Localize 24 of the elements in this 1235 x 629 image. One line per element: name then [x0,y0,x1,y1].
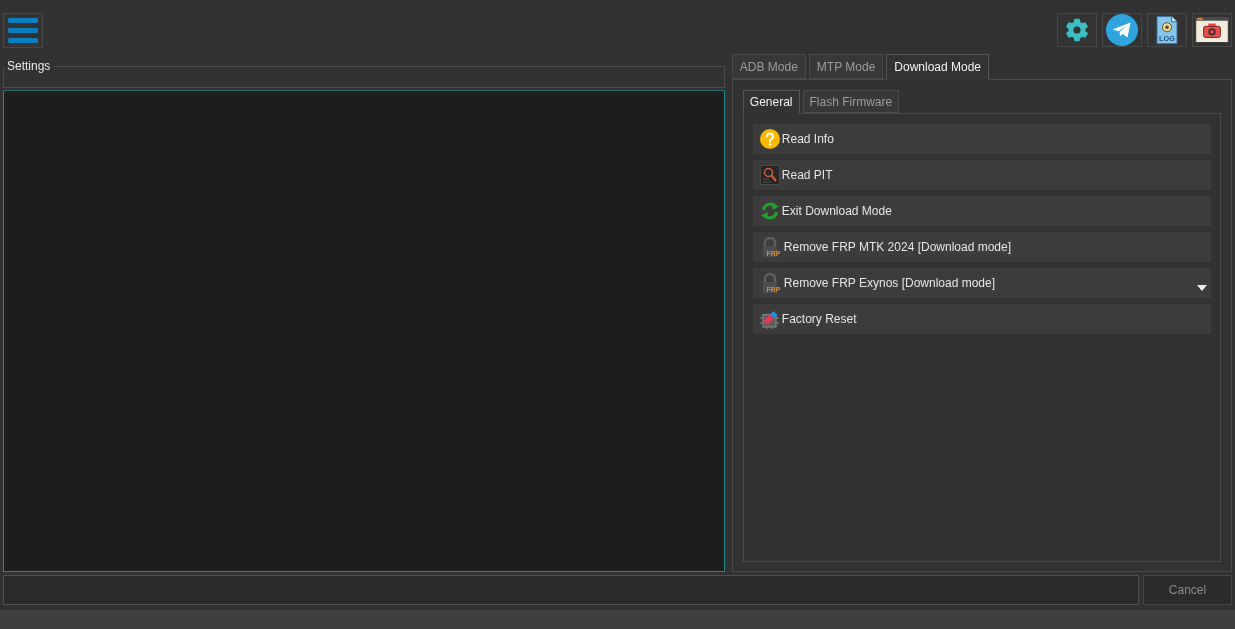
camera-icon [1195,17,1229,43]
log-file-icon: LOG [1156,15,1178,45]
paper-plane-icon [1106,14,1138,46]
refresh-icon [759,201,780,221]
mode-tab[interactable]: MTP Mode [808,54,884,79]
action-button[interactable]: Read PIT [752,160,1211,190]
help-icon [759,129,780,149]
menu-icon [8,18,38,43]
toolbar-button[interactable] [1057,13,1097,47]
mode-tab[interactable]: Download Mode [886,54,990,80]
sub-tab[interactable]: Flash Firmware [802,90,900,113]
action-button[interactable]: Exit Download Mode [752,196,1211,226]
chip-eraser-icon [759,309,780,329]
gear-icon [1065,18,1089,42]
menu-button[interactable] [3,13,43,48]
sub-tab[interactable]: General [742,90,800,114]
toolbar-button[interactable]: LOG [1147,13,1187,47]
settings-label: Settings [6,59,52,73]
magnifier-icon [759,165,780,185]
mode-tab[interactable]: ADB Mode [731,54,806,79]
toolbar-button[interactable] [1192,13,1232,47]
action-button[interactable]: Factory Reset [752,304,1211,334]
toolbar-button[interactable] [1102,13,1142,47]
action-button[interactable]: Read Info [752,124,1211,154]
